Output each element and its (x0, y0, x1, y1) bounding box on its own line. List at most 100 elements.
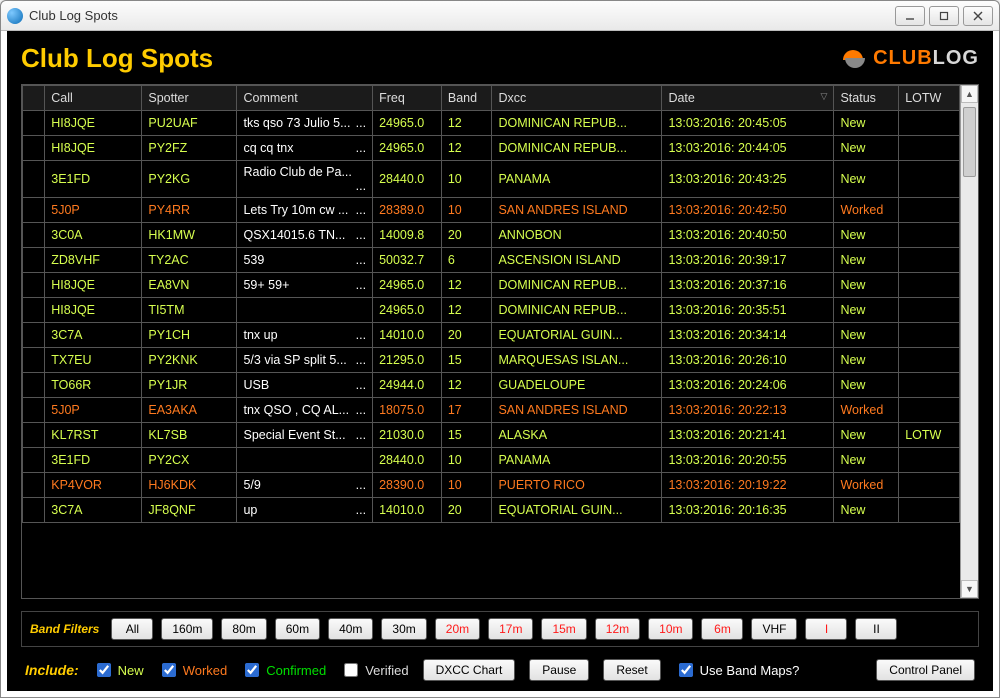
cell-band: 12 (441, 111, 492, 136)
cell-date: 13:03:2016: 20:16:35 (662, 498, 834, 523)
col-header-comment[interactable]: Comment (237, 86, 373, 111)
logo-text-club: CLUB (873, 47, 933, 70)
cell-call: HI8JQE (45, 298, 142, 323)
clublog-logo: CLUBLOG (841, 46, 979, 72)
band-filter-30m[interactable]: 30m (381, 618, 426, 640)
table-row[interactable]: 3C0AHK1MWQSX14015.6 TN......14009.820ANN… (23, 223, 960, 248)
spots-table: Call Spotter Comment Freq Band Dxcc Date… (22, 85, 960, 523)
include-worked-checkbox[interactable]: Worked (158, 660, 228, 680)
col-header-spotter[interactable]: Spotter (142, 86, 237, 111)
dxcc-chart-button[interactable]: DXCC Chart (423, 659, 516, 681)
table-row[interactable]: 5J0PEA3AKAtnx QSO , CQ AL......18075.017… (23, 398, 960, 423)
col-header-freq[interactable]: Freq (373, 86, 442, 111)
table-row[interactable]: 3E1FDPY2CX28440.010PANAMA13:03:2016: 20:… (23, 448, 960, 473)
use-band-maps-checkbox[interactable]: Use Band Maps? (675, 660, 800, 680)
cell-freq: 28390.0 (373, 473, 442, 498)
col-header-empty[interactable] (23, 86, 45, 111)
cell-spotter: EA3AKA (142, 398, 237, 423)
band-filter-all[interactable]: All (111, 618, 153, 640)
table-row[interactable]: 5J0PPY4RRLets Try 10m cw ......28389.010… (23, 198, 960, 223)
cell-call: ZD8VHF (45, 248, 142, 273)
band-filter-vhf[interactable]: VHF (751, 618, 797, 640)
band-filter-6m[interactable]: 6m (701, 618, 743, 640)
table-row[interactable]: KL7RSTKL7SBSpecial Event St......21030.0… (23, 423, 960, 448)
table-row[interactable]: KP4VORHJ6KDK5/9...28390.010PUERTO RICO13… (23, 473, 960, 498)
cell-comment: Special Event St...... (237, 423, 373, 448)
table-row[interactable]: 3C7APY1CHtnx up...14010.020EQUATORIAL GU… (23, 323, 960, 348)
cell-spotter: EA8VN (142, 273, 237, 298)
cell-freq: 28389.0 (373, 198, 442, 223)
col-header-call[interactable]: Call (45, 86, 142, 111)
cell-date: 13:03:2016: 20:24:06 (662, 373, 834, 398)
table-row[interactable]: HI8JQEPU2UAFtks qso 73 Julio 5......2496… (23, 111, 960, 136)
col-header-band[interactable]: Band (441, 86, 492, 111)
cell-date: 13:03:2016: 20:20:55 (662, 448, 834, 473)
cell-date: 13:03:2016: 20:35:51 (662, 298, 834, 323)
col-header-dxcc[interactable]: Dxcc (492, 86, 662, 111)
cell-dxcc: DOMINICAN REPUB... (492, 273, 662, 298)
spots-grid: Call Spotter Comment Freq Band Dxcc Date… (21, 84, 979, 599)
cell-date: 13:03:2016: 20:43:25 (662, 161, 834, 198)
pause-button[interactable]: Pause (529, 659, 589, 681)
cell-comment: USB... (237, 373, 373, 398)
include-row: Include: New Worked Confirmed Verified D… (21, 659, 979, 681)
band-filter-80m[interactable]: 80m (221, 618, 266, 640)
cell-spotter: PY2CX (142, 448, 237, 473)
col-header-date[interactable]: Date▽ (662, 86, 834, 111)
include-verified-checkbox[interactable]: Verified (340, 660, 408, 680)
band-filter-15m[interactable]: 15m (541, 618, 586, 640)
cell-dxcc: GUADELOUPE (492, 373, 662, 398)
table-row[interactable]: 3E1FDPY2KGRadio Club de Pa......28440.01… (23, 161, 960, 198)
row-indicator (23, 498, 45, 523)
table-row[interactable]: TX7EUPY2KNK5/3 via SP split 5......21295… (23, 348, 960, 373)
cell-band: 20 (441, 223, 492, 248)
table-row[interactable]: HI8JQETI5TM24965.012DOMINICAN REPUB...13… (23, 298, 960, 323)
band-filter-40m[interactable]: 40m (328, 618, 373, 640)
cell-call: KL7RST (45, 423, 142, 448)
window-title: Club Log Spots (29, 8, 118, 23)
cell-dxcc: PANAMA (492, 161, 662, 198)
scroll-thumb[interactable] (963, 107, 976, 177)
cell-status: New (834, 248, 899, 273)
cell-date: 13:03:2016: 20:34:14 (662, 323, 834, 348)
minimize-button[interactable] (895, 6, 925, 26)
band-filter-17m[interactable]: 17m (488, 618, 533, 640)
band-filter-20m[interactable]: 20m (435, 618, 480, 640)
band-filter-12m[interactable]: 12m (595, 618, 640, 640)
cell-spotter: KL7SB (142, 423, 237, 448)
logo-text-log: LOG (933, 47, 979, 70)
cell-date: 13:03:2016: 20:21:41 (662, 423, 834, 448)
table-row[interactable]: 3C7AJF8QNFup...14010.020EQUATORIAL GUIN.… (23, 498, 960, 523)
band-filter-ii[interactable]: II (855, 618, 897, 640)
table-row[interactable]: HI8JQEEA8VN59+ 59+...24965.012DOMINICAN … (23, 273, 960, 298)
cell-lotw (899, 373, 960, 398)
row-indicator (23, 198, 45, 223)
reset-button[interactable]: Reset (603, 659, 660, 681)
cell-call: HI8JQE (45, 273, 142, 298)
cell-freq: 14010.0 (373, 323, 442, 348)
scroll-down-icon[interactable]: ▼ (961, 580, 978, 598)
col-header-lotw[interactable]: LOTW (899, 86, 960, 111)
scroll-up-icon[interactable]: ▲ (961, 85, 978, 103)
table-row[interactable]: ZD8VHFTY2AC539...50032.76ASCENSION ISLAN… (23, 248, 960, 273)
control-panel-button[interactable]: Control Panel (876, 659, 975, 681)
cell-date: 13:03:2016: 20:26:10 (662, 348, 834, 373)
maximize-button[interactable] (929, 6, 959, 26)
band-filter-160m[interactable]: 160m (161, 618, 213, 640)
col-header-status[interactable]: Status (834, 86, 899, 111)
include-confirmed-checkbox[interactable]: Confirmed (241, 660, 326, 680)
band-filter-10m[interactable]: 10m (648, 618, 693, 640)
table-row[interactable]: TO66RPY1JRUSB...24944.012GUADELOUPE13:03… (23, 373, 960, 398)
cell-freq: 28440.0 (373, 448, 442, 473)
band-filter-60m[interactable]: 60m (275, 618, 320, 640)
app-icon (7, 8, 23, 24)
cell-date: 13:03:2016: 20:39:17 (662, 248, 834, 273)
include-new-checkbox[interactable]: New (93, 660, 144, 680)
cell-freq: 24944.0 (373, 373, 442, 398)
vertical-scrollbar[interactable]: ▲ ▼ (960, 85, 978, 598)
cell-spotter: PY1CH (142, 323, 237, 348)
band-filter-i[interactable]: I (805, 618, 847, 640)
table-row[interactable]: HI8JQEPY2FZcq cq tnx...24965.012DOMINICA… (23, 136, 960, 161)
row-indicator (23, 373, 45, 398)
close-button[interactable] (963, 6, 993, 26)
